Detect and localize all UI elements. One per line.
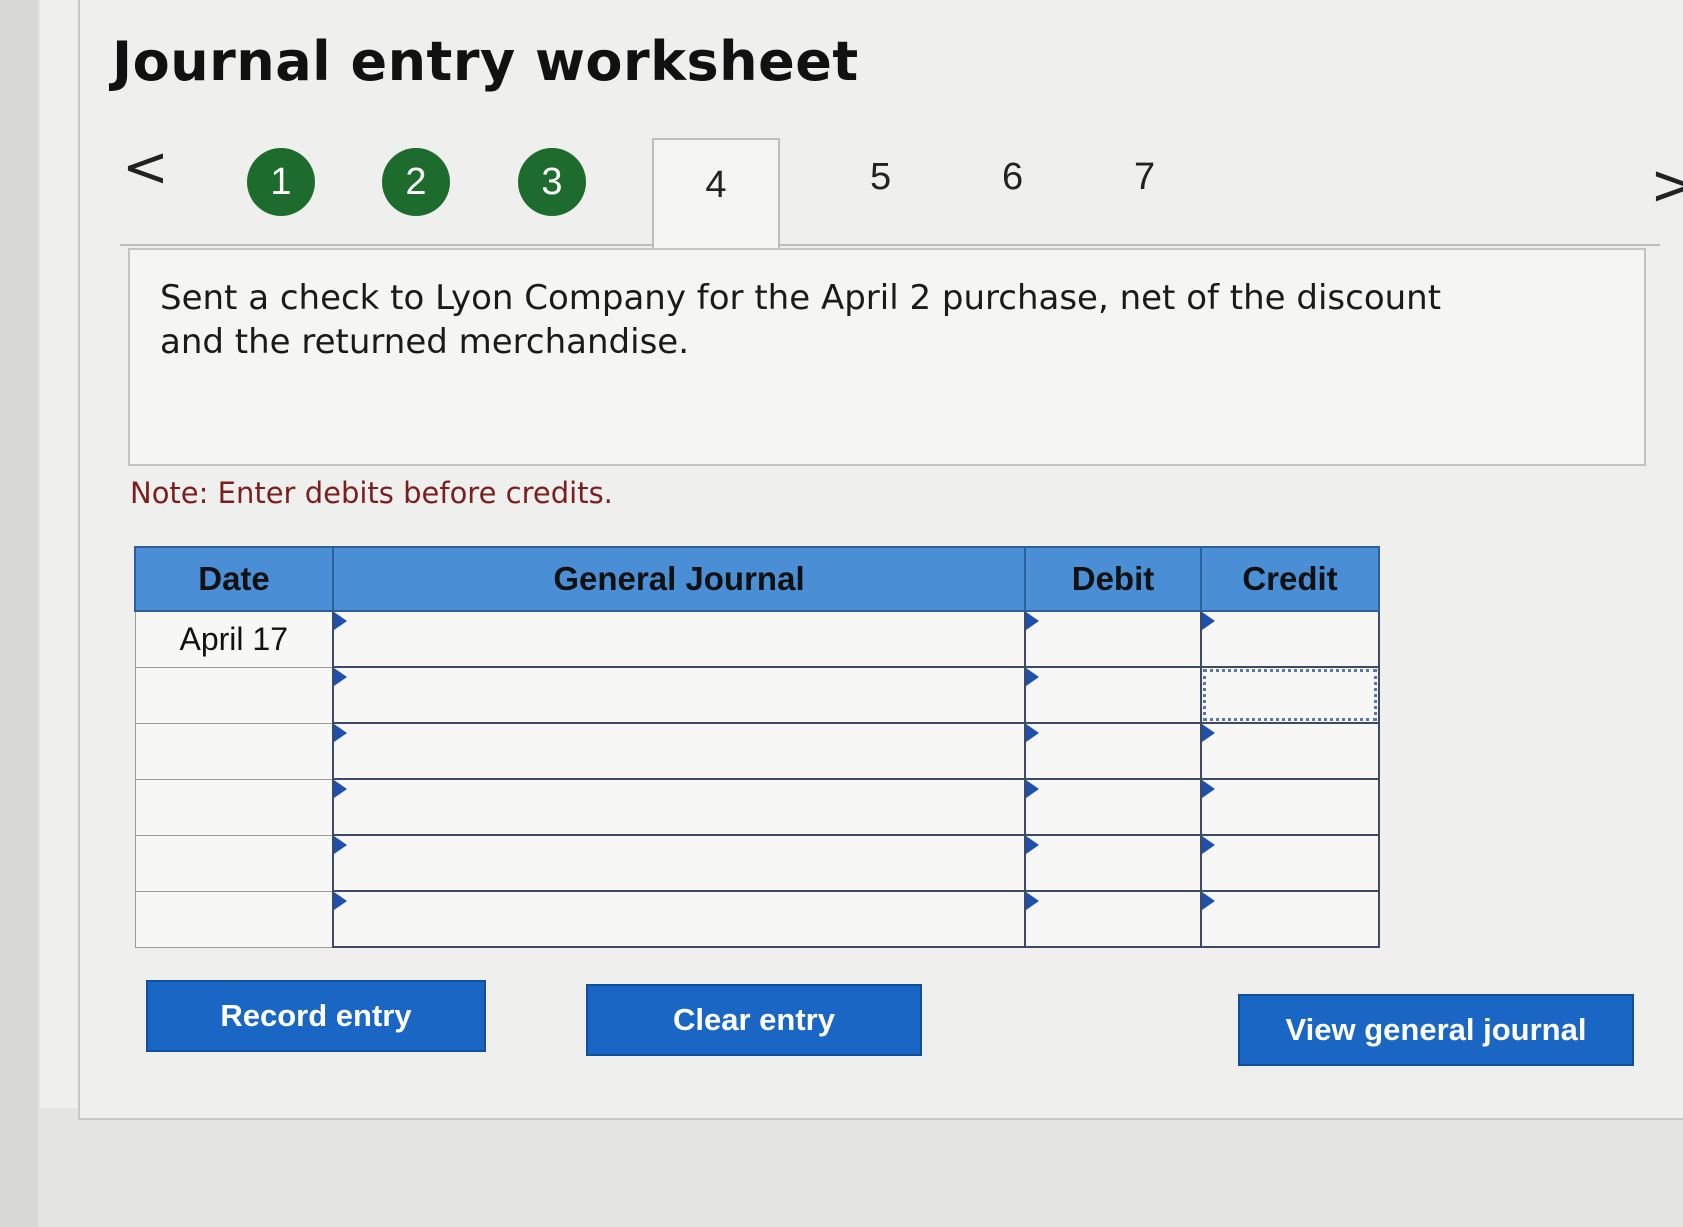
account-input[interactable] <box>332 834 1026 892</box>
step-7-tab[interactable]: 7 <box>1134 156 1155 199</box>
transaction-description: Sent a check to Lyon Company for the Apr… <box>160 278 1442 362</box>
dropdown-marker-icon <box>334 612 347 630</box>
dropdown-marker-icon <box>1202 892 1215 910</box>
step-4-label: 4 <box>705 164 727 206</box>
debit-input[interactable] <box>1024 610 1202 668</box>
table-row <box>134 778 1380 836</box>
table-header-row: Date General Journal Debit Credit <box>134 546 1380 612</box>
dropdown-marker-icon <box>1026 780 1039 798</box>
credit-input[interactable] <box>1200 666 1380 724</box>
credit-column-header: Credit <box>1200 546 1380 612</box>
date-cell <box>134 778 334 836</box>
debit-column-header: Debit <box>1024 546 1202 612</box>
credit-input[interactable] <box>1200 610 1380 668</box>
step-2-completed[interactable]: 2 <box>382 148 450 216</box>
account-input[interactable] <box>332 610 1026 668</box>
date-cell <box>134 722 334 780</box>
account-input[interactable] <box>332 778 1026 836</box>
credit-input[interactable] <box>1200 890 1380 948</box>
table-row <box>134 890 1380 948</box>
dropdown-marker-icon <box>1026 836 1039 854</box>
step-4-active-tab[interactable]: 4 <box>652 138 780 248</box>
dropdown-marker-icon <box>334 668 347 686</box>
account-input[interactable] <box>332 890 1026 948</box>
dropdown-marker-icon <box>1202 836 1215 854</box>
dropdown-marker-icon <box>1202 780 1215 798</box>
general-journal-column-header: General Journal <box>332 546 1026 612</box>
chevron-right-icon[interactable]: > <box>1650 158 1683 214</box>
step-3-completed[interactable]: 3 <box>518 148 586 216</box>
chevron-left-icon[interactable]: < <box>122 140 169 196</box>
page-background-strip <box>0 0 38 1227</box>
dropdown-marker-icon <box>334 724 347 742</box>
dropdown-marker-icon <box>334 780 347 798</box>
page-title: Journal entry worksheet <box>112 30 859 93</box>
date-cell: April 17 <box>134 610 334 668</box>
dropdown-marker-icon <box>1026 668 1039 686</box>
dropdown-marker-icon <box>1026 612 1039 630</box>
journal-entry-table: Date General Journal Debit Credit April … <box>134 546 1380 948</box>
dropdown-marker-icon <box>1202 724 1215 742</box>
credit-input[interactable] <box>1200 778 1380 836</box>
tabs-divider <box>120 244 1660 246</box>
debit-input[interactable] <box>1024 666 1202 724</box>
table-row <box>134 834 1380 892</box>
dropdown-marker-icon <box>334 836 347 854</box>
debit-input[interactable] <box>1024 722 1202 780</box>
step-1-completed[interactable]: 1 <box>247 148 315 216</box>
date-cell <box>134 666 334 724</box>
dropdown-marker-icon <box>334 892 347 910</box>
date-cell <box>134 834 334 892</box>
dropdown-marker-icon <box>1026 724 1039 742</box>
debit-input[interactable] <box>1024 890 1202 948</box>
debit-input[interactable] <box>1024 834 1202 892</box>
credit-input[interactable] <box>1200 722 1380 780</box>
table-row <box>134 722 1380 780</box>
credit-input[interactable] <box>1200 834 1380 892</box>
view-general-journal-button[interactable]: View general journal <box>1238 994 1634 1066</box>
dropdown-marker-icon <box>1026 892 1039 910</box>
step-5-tab[interactable]: 5 <box>870 156 891 199</box>
record-entry-button[interactable]: Record entry <box>146 980 486 1052</box>
clear-entry-button[interactable]: Clear entry <box>586 984 922 1056</box>
account-input[interactable] <box>332 666 1026 724</box>
question-box: Sent a check to Lyon Company for the Apr… <box>128 248 1646 466</box>
table-row <box>134 666 1380 724</box>
date-cell <box>134 890 334 948</box>
table-row: April 17 <box>134 610 1380 668</box>
dropdown-marker-icon <box>1202 612 1215 630</box>
entry-note: Note: Enter debits before credits. <box>130 476 613 510</box>
account-input[interactable] <box>332 722 1026 780</box>
debit-input[interactable] <box>1024 778 1202 836</box>
date-column-header: Date <box>134 546 334 612</box>
step-6-tab[interactable]: 6 <box>1002 156 1023 199</box>
